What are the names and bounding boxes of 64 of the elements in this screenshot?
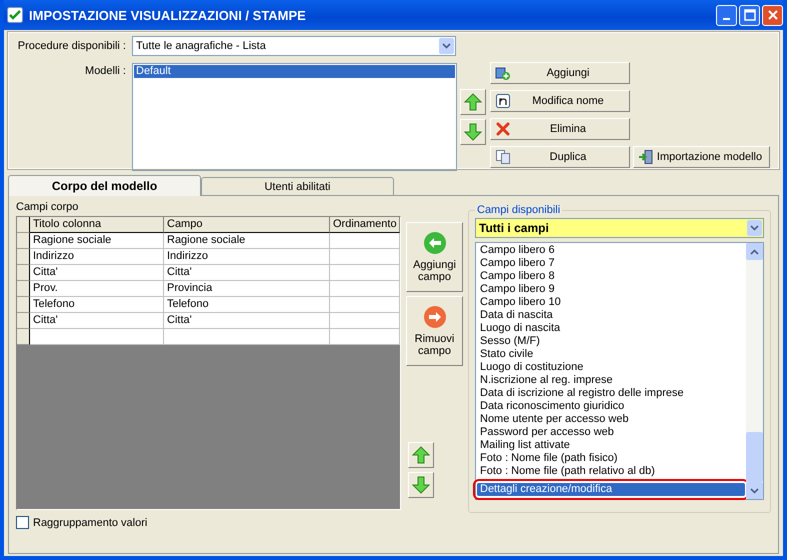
table-cell — [330, 329, 400, 345]
toolbar-button[interactable]: Aggiungi — [490, 62, 630, 84]
move-up-button[interactable] — [408, 442, 434, 468]
checkbox-label: Raggruppamento valori — [33, 516, 148, 528]
window-title: IMPOSTAZIONE VISUALIZZAZIONI / STAMPE — [29, 8, 307, 22]
list-item[interactable]: Password per accesso web — [477, 426, 745, 439]
row-header — [17, 297, 30, 313]
tab[interactable]: Corpo del modello — [8, 175, 201, 196]
row-header — [17, 281, 30, 297]
close-button[interactable] — [762, 4, 783, 26]
checkbox[interactable] — [16, 516, 29, 529]
toolbar-button[interactable]: Duplica — [490, 146, 630, 168]
row-header — [17, 265, 30, 281]
scroll-up-icon[interactable] — [750, 248, 759, 254]
row-header — [17, 249, 30, 265]
checkmark-icon — [7, 7, 23, 23]
move-up-button[interactable] — [460, 89, 486, 115]
minimize-button[interactable] — [716, 4, 737, 26]
field-button[interactable]: Rimuovi campo — [406, 296, 463, 366]
copy-icon — [495, 149, 511, 165]
move-down-button[interactable] — [408, 472, 434, 498]
list-item[interactable]: Nome utente per accesso web — [477, 413, 745, 426]
list-item[interactable]: Campo libero 8 — [477, 270, 745, 283]
scroll-down-icon[interactable] — [750, 488, 759, 494]
list-item[interactable]: N.iscrizione al reg. imprese — [477, 374, 745, 387]
list-item[interactable]: Data riconoscimento giuridico — [477, 400, 745, 413]
field-button[interactable]: Aggiungi campo — [406, 222, 463, 292]
list-item[interactable]: Campo libero 6 — [477, 244, 745, 257]
section-label: Campi corpo — [16, 200, 80, 215]
list-item[interactable]: Dettagli creazione/modifica — [477, 483, 745, 496]
row-header — [17, 233, 30, 249]
list-item[interactable]: Foto : Nome file (path relativo al db) — [477, 465, 745, 478]
list-item[interactable]: Foto : Nome file (path fisico) — [477, 452, 745, 465]
toolbar-button[interactable]: Modifica nome — [490, 90, 630, 112]
maximize-icon — [744, 9, 756, 21]
list-item[interactable]: Campo libero 10 — [477, 296, 745, 309]
list-item[interactable]: Data di iscrizione al registro delle imprese — [477, 387, 745, 400]
list-item[interactable]: Stato civile — [477, 348, 745, 361]
maximize-button[interactable] — [739, 4, 760, 26]
row-header — [17, 313, 30, 329]
row-header — [17, 329, 30, 345]
group-title: Campi disponibili — [476, 204, 562, 216]
filter-dropdown[interactable]: Tutti i campi — [475, 218, 764, 238]
toolbar-button[interactable]: Importazione modello — [633, 146, 770, 168]
move-down-button[interactable] — [460, 119, 486, 145]
list-item[interactable]: Default — [134, 65, 455, 78]
list-item[interactable]: Campo libero 7 — [477, 257, 745, 270]
list-item[interactable]: Luogo di costituzione — [477, 361, 745, 374]
list-item[interactable]: Mailing list attivate — [477, 439, 745, 452]
scroll-thumb[interactable] — [746, 432, 763, 482]
toolbar-button[interactable]: Elimina — [490, 118, 630, 140]
import-icon — [638, 149, 654, 165]
tab[interactable]: Utenti abilitati — [201, 177, 394, 195]
delete-icon — [495, 121, 511, 137]
close-icon — [766, 9, 778, 21]
list-item[interactable]: Sesso (M/F) — [477, 335, 745, 348]
letter-n-icon — [495, 93, 511, 109]
field-label: Procedure disponibili : — [16, 40, 126, 52]
minimize-icon — [723, 18, 730, 20]
procedure-dropdown[interactable]: Tutte le anagrafiche - Lista — [132, 36, 456, 56]
list-item[interactable]: Luogo di nascita — [477, 322, 745, 335]
list-item[interactable]: Campo libero 9 — [477, 283, 745, 296]
field-label: Modelli : — [84, 64, 126, 79]
list-item[interactable]: Data di nascita — [477, 309, 745, 322]
